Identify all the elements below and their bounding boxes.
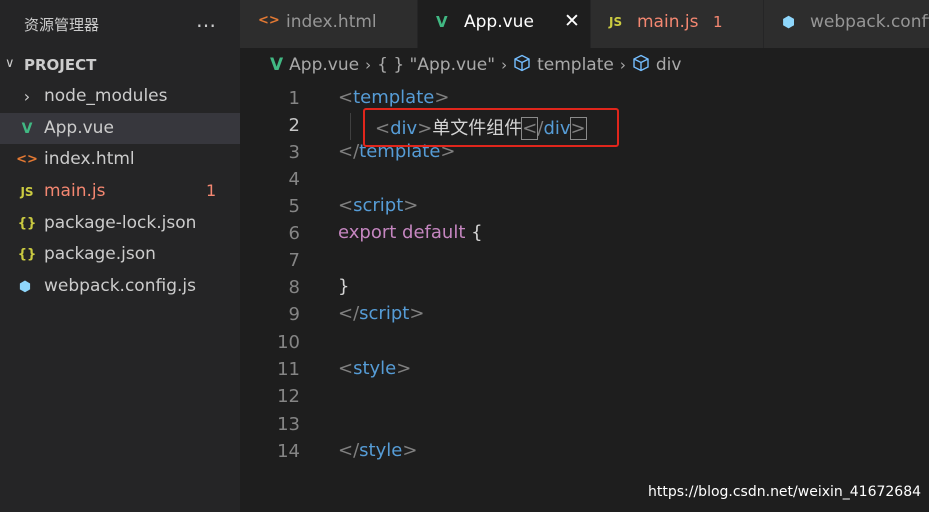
line-code: </script> — [338, 303, 425, 324]
code-line-8: 8 } — [240, 275, 929, 302]
line-number: 3 — [288, 142, 300, 163]
tab-label: webpack.config.js — [810, 12, 929, 32]
line-number: 13 — [277, 414, 300, 435]
tab-label: App.vue — [464, 12, 534, 32]
webpack-file-icon: ⬢ — [782, 13, 796, 31]
line-number: 12 — [277, 386, 300, 407]
code-line-9: 9 </script> — [240, 302, 929, 329]
explorer-header: 资源管理器 … — [0, 0, 240, 48]
line-number: 1 — [288, 88, 300, 109]
code-line-10: 10 — [240, 330, 929, 357]
line-number: 14 — [277, 441, 300, 462]
file-item-main-js[interactable]: JS main.js 1 — [0, 176, 240, 207]
file-item-index-html[interactable]: <> index.html — [0, 144, 240, 175]
html-file-icon: <> — [258, 13, 280, 28]
file-item-package-json[interactable]: {} package.json — [0, 239, 240, 270]
explorer-sidebar: 资源管理器 … ∨ PROJECT › node_modules V App.v… — [0, 0, 240, 512]
file-name: App.vue — [44, 118, 114, 138]
file-item-package-lock-json[interactable]: {} package-lock.json — [0, 208, 240, 239]
watermark-text: https://blog.csdn.net/weixin_41672684 — [648, 484, 922, 500]
cube-icon — [632, 54, 650, 77]
line-number: 10 — [277, 332, 300, 353]
file-name: package.json — [44, 244, 156, 264]
vue-file-icon: V — [436, 13, 448, 31]
tab-index-html[interactable]: <> index.html — [240, 0, 418, 48]
close-icon[interactable]: ✕ — [564, 10, 580, 32]
breadcrumb-object[interactable]: { } "App.vue" — [377, 55, 495, 75]
indent-guide — [350, 113, 351, 140]
breadcrumb-file[interactable]: App.vue — [289, 55, 359, 75]
tab-app-vue[interactable]: V App.vue ✕ — [418, 0, 591, 48]
line-code: <style> — [338, 358, 412, 379]
line-number: 7 — [288, 250, 300, 271]
code-line-14: 14 </style> — [240, 439, 929, 466]
tab-label: index.html — [286, 12, 377, 32]
problem-count-badge: 1 — [713, 13, 723, 31]
folder-chevron-icon: › — [23, 87, 31, 106]
line-number: 5 — [288, 196, 300, 217]
html-file-icon: <> — [16, 152, 38, 167]
line-number: 8 — [288, 277, 300, 298]
chevron-right-icon: › — [501, 56, 508, 74]
highlight-annotation-box — [363, 108, 619, 147]
code-line-6: 6 export default { — [240, 221, 929, 248]
breadcrumb-div[interactable]: div — [656, 55, 682, 75]
tab-main-js[interactable]: JS main.js 1 — [591, 0, 764, 48]
vue-file-icon: V — [21, 121, 33, 137]
js-file-icon: JS — [20, 185, 34, 199]
project-label: PROJECT — [24, 56, 97, 74]
code-line-7: 7 — [240, 248, 929, 275]
file-name: index.html — [44, 149, 135, 169]
cube-icon — [513, 54, 531, 77]
breadcrumb: V App.vue › { } "App.vue" › template › d… — [270, 52, 681, 78]
file-name: webpack.config.js — [44, 276, 196, 296]
code-line-13: 13 — [240, 412, 929, 439]
tab-webpack-config-js[interactable]: ⬢ webpack.config.js — [764, 0, 929, 48]
file-item-node-modules[interactable]: › node_modules — [0, 81, 240, 112]
webpack-file-icon: ⬢ — [18, 279, 32, 295]
file-name: node_modules — [44, 86, 168, 106]
line-number: 4 — [288, 169, 300, 190]
line-code: <script> — [338, 195, 419, 216]
chevron-down-icon: ∨ — [5, 56, 15, 71]
breadcrumb-template[interactable]: template — [537, 55, 614, 75]
line-number: 6 — [288, 223, 300, 244]
file-name: main.js — [44, 181, 106, 201]
line-code: } — [338, 276, 350, 297]
line-number: 9 — [288, 304, 300, 325]
code-line-4: 4 — [240, 167, 929, 194]
file-item-app-vue[interactable]: V App.vue — [0, 113, 240, 144]
line-code: </style> — [338, 440, 418, 461]
file-item-webpack-config-js[interactable]: ⬢ webpack.config.js — [0, 271, 240, 302]
code-line-5: 5 <script> — [240, 194, 929, 221]
chevron-right-icon: › — [619, 56, 626, 74]
code-line-12: 12 — [240, 384, 929, 411]
code-line-11: 11 <style> — [240, 357, 929, 384]
line-code: <template> — [338, 87, 450, 108]
tab-label: main.js — [637, 12, 699, 32]
js-file-icon: JS — [609, 15, 623, 29]
file-name: package-lock.json — [44, 213, 197, 233]
vue-file-icon: V — [270, 55, 284, 75]
json-file-icon: {} — [17, 216, 37, 231]
more-actions-icon[interactable]: … — [196, 8, 217, 32]
editor-tab-bar: <> index.html V App.vue ✕ JS main.js 1 ⬢… — [240, 0, 929, 48]
json-file-icon: {} — [17, 247, 37, 262]
problem-count-badge: 1 — [206, 181, 217, 200]
line-code: export default { — [338, 222, 483, 243]
line-number: 11 — [277, 359, 300, 380]
line-number: 2 — [288, 115, 300, 136]
explorer-title: 资源管理器 — [24, 16, 100, 34]
chevron-right-icon: › — [365, 56, 372, 74]
project-section-header[interactable]: ∨ PROJECT — [0, 52, 240, 78]
